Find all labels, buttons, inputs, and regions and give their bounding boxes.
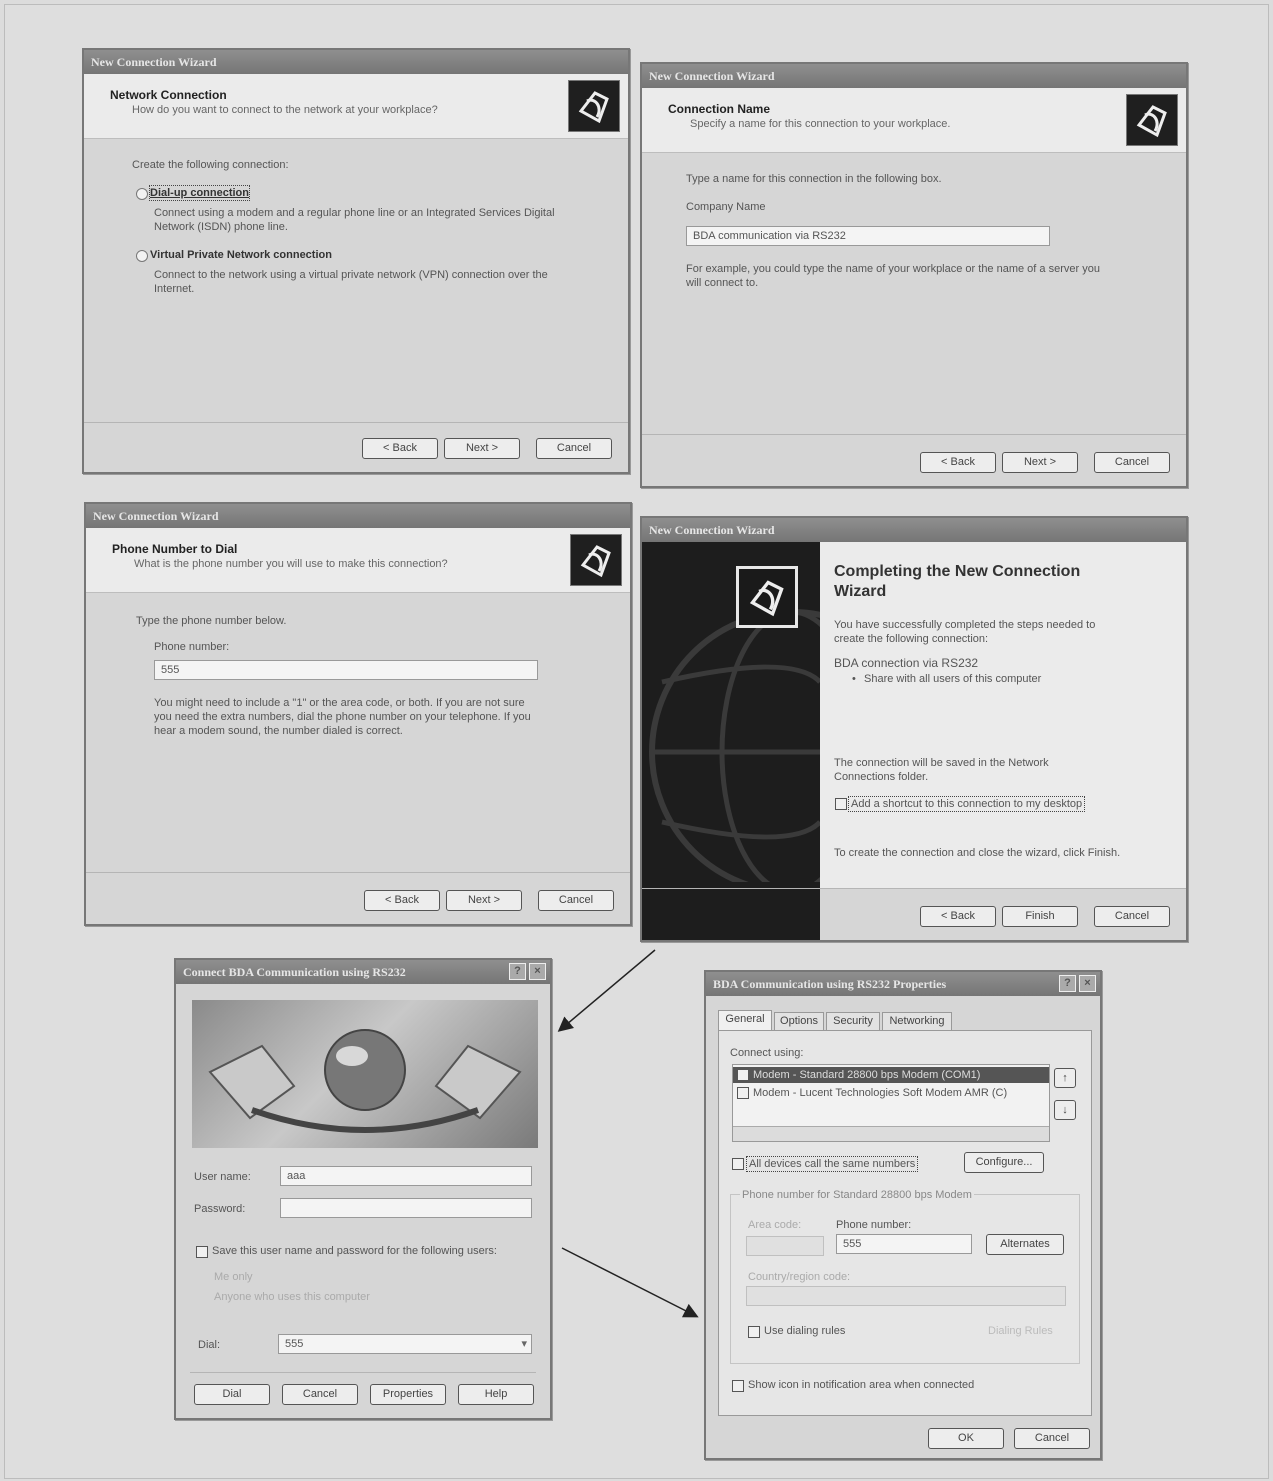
arrow-to-connect-dialog [557, 949, 656, 1032]
flow-arrows [557, 949, 699, 1318]
arrow-to-properties-dialog [561, 1247, 699, 1318]
